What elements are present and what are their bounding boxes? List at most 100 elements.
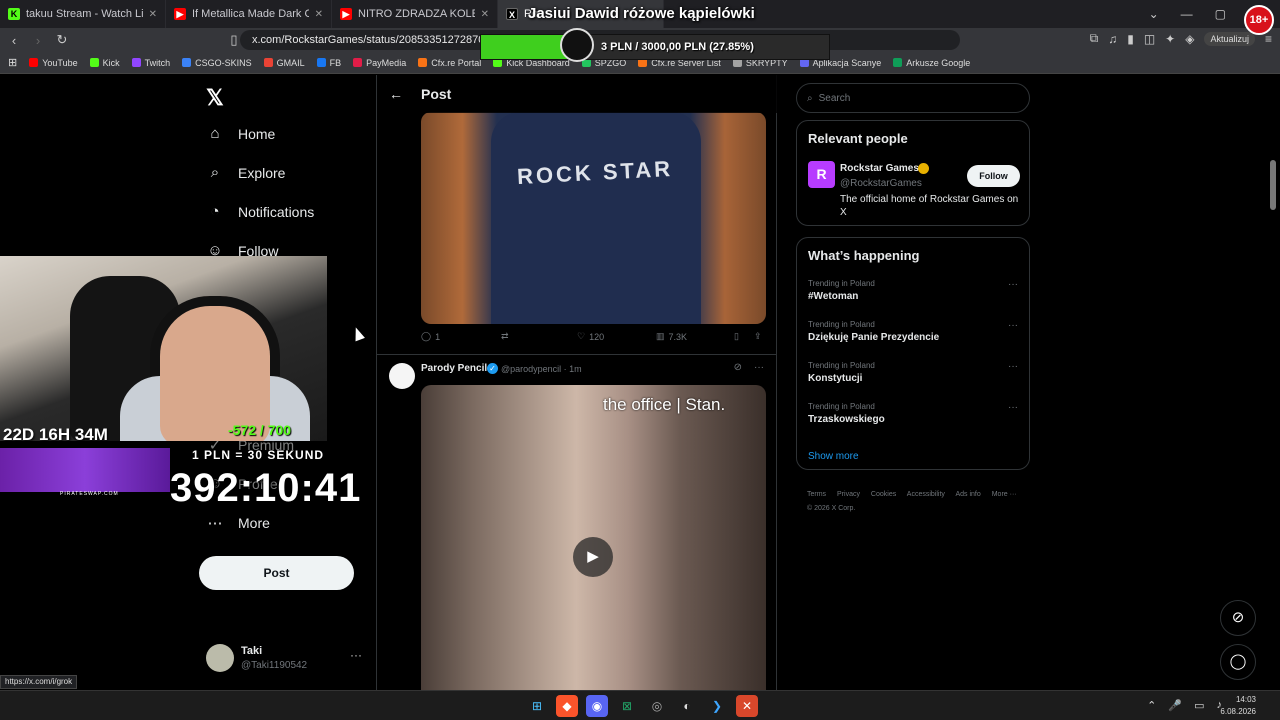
microphone-icon[interactable]: 🎤	[1168, 699, 1182, 712]
sidebar-icon[interactable]: ▮	[1127, 32, 1134, 46]
nav-more[interactable]: ⋯ More	[206, 514, 270, 532]
close-tab-icon[interactable]: ✕	[481, 9, 489, 20]
repost-button[interactable]: ⇄	[501, 331, 509, 342]
vpn-icon[interactable]: ◈	[1185, 32, 1194, 46]
bookmark-button[interactable]: ▯	[734, 331, 739, 342]
xampp-icon[interactable]: ✕	[736, 695, 758, 717]
show-more-link[interactable]: Show more	[808, 451, 859, 462]
bookmark-arkusze-google[interactable]: Arkusze Google	[893, 58, 970, 68]
footer-link-ads-info[interactable]: Ads info	[955, 491, 980, 498]
bell-icon: ◔	[210, 203, 220, 220]
maximize-icon[interactable]: ▢	[1215, 7, 1226, 21]
nav-home[interactable]: ⌂ Home	[206, 125, 275, 143]
more-options-icon[interactable]: ···	[1008, 402, 1018, 413]
post-button[interactable]: Post	[199, 556, 354, 590]
bookmark-kick[interactable]: Kick	[89, 58, 120, 68]
play-icon[interactable]: ▶	[573, 537, 613, 577]
back-icon[interactable]: ‹	[4, 33, 24, 48]
tweet-author-name[interactable]: Parody Pencil	[421, 363, 487, 374]
taskbar-clock[interactable]: 14:03 6.08.2026	[1220, 694, 1256, 718]
forward-icon[interactable]: ›	[28, 33, 48, 48]
tab-kick-stream[interactable]: K takuu Stream - Watch Live on Kic ✕	[0, 0, 166, 28]
close-tab-icon[interactable]: ✕	[149, 9, 157, 20]
footer-link-privacy[interactable]: Privacy	[837, 491, 860, 498]
discord-icon[interactable]: ◉	[586, 695, 608, 717]
wallet-icon[interactable]: ◫	[1144, 32, 1155, 46]
back-arrow-icon[interactable]: ←	[389, 86, 403, 102]
windows-start-icon[interactable]: ⊞	[526, 695, 548, 717]
tab-search-icon[interactable]: ⌄	[1149, 7, 1159, 21]
media-icon[interactable]: ♫	[1108, 32, 1117, 46]
more-icon: ⋯	[207, 515, 223, 532]
trend-item[interactable]: Trending in Poland Dziękuję Panie Prezyd…	[808, 320, 1020, 343]
more-options-icon[interactable]: ···	[350, 648, 362, 662]
link-preview-status: https://x.com/i/grok	[0, 675, 78, 689]
tab-youtube-metallica[interactable]: ▶ If Metallica Made Dark Country (Seek ✕	[166, 0, 332, 28]
x-logo-icon[interactable]: 𝕏	[206, 85, 224, 111]
footer-link-cookies[interactable]: Cookies	[871, 491, 896, 498]
grok-button[interactable]: ⊘	[1220, 600, 1256, 636]
monkey-logo-icon	[560, 28, 594, 62]
follow-button[interactable]: Follow	[967, 165, 1020, 187]
messages-button[interactable]: ◯	[1220, 644, 1256, 680]
trend-item[interactable]: Trending in Poland Trzaskowskiego ···	[808, 402, 1020, 425]
views-button[interactable]: ▥ 7.3K	[656, 331, 687, 342]
reply-button[interactable]: ◯ 1	[421, 331, 440, 342]
nav-explore[interactable]: ⌕ Explore	[206, 164, 286, 182]
more-options-icon[interactable]: ···	[1008, 361, 1018, 372]
reload-icon[interactable]: ↻	[52, 32, 72, 48]
post-thread: ← Post ROCK STAR ◯ 1 ⇄ ♡ 120 ▥ 7.3K ▯ ⇪ Par…	[376, 75, 777, 695]
tab-youtube-nitro[interactable]: ▶ NITRO ZDRADZA KOLEJNE INFORMA ✕	[332, 0, 498, 28]
more-options-icon[interactable]: ···	[1008, 279, 1018, 290]
nav-label: Notifications	[238, 204, 315, 220]
footer-link-accessibility[interactable]: Accessibility	[907, 491, 945, 498]
tweet-video[interactable]: the office | Stan. ▶	[421, 385, 766, 695]
close-tab-icon[interactable]: ✕	[315, 9, 323, 20]
footer-link-more[interactable]: More ···	[992, 491, 1017, 498]
bookmark-youtube[interactable]: YouTube	[29, 58, 78, 68]
profile-name[interactable]: Rockstar Games	[840, 163, 919, 174]
trend-item[interactable]: Trending in Poland #Wetoman ···	[808, 279, 1020, 302]
apps-icon[interactable]: ⊞	[8, 56, 17, 69]
share-button[interactable]: ⇪	[754, 331, 762, 342]
more-options-icon[interactable]: ···	[1008, 320, 1018, 331]
footer-link-terms[interactable]: Terms	[807, 491, 826, 498]
extensions-icon[interactable]: ⧉	[1090, 31, 1099, 46]
tweet-image[interactable]: ROCK STAR	[421, 112, 766, 324]
grok-icon[interactable]: ⊘	[734, 362, 742, 373]
bookmark-twitch[interactable]: Twitch	[131, 58, 170, 68]
bookmark-paymedia[interactable]: PayMedia	[353, 58, 406, 68]
update-button[interactable]: Aktualizuj	[1204, 31, 1255, 46]
bookmark-cfx-portal[interactable]: Cfx.re Portal	[418, 58, 481, 68]
bookmark-gmail[interactable]: GMAIL	[263, 58, 305, 68]
avatar[interactable]	[389, 363, 415, 389]
nav-label: Home	[238, 126, 276, 142]
kick-favicon-icon: K	[8, 8, 20, 20]
tweet-author-handle[interactable]: @parodypencil · 1m	[501, 364, 582, 374]
url-text: x.com/RockstarGames/status/2085335127287…	[252, 34, 503, 46]
more-options-icon[interactable]: ···	[754, 362, 764, 373]
page-scrollbar[interactable]	[1270, 160, 1276, 210]
vscode-icon[interactable]: ❯	[706, 695, 728, 717]
minimize-icon[interactable]: —	[1181, 7, 1193, 21]
leo-icon[interactable]: ✦	[1165, 32, 1175, 46]
footer-links: Terms Privacy Cookies Accessibility Ads …	[807, 488, 1027, 516]
like-button[interactable]: ♡ 120	[577, 331, 604, 342]
app-icon[interactable]: ◎	[646, 695, 668, 717]
rockstar-logo-icon[interactable]: R	[808, 161, 835, 188]
menu-icon[interactable]: ≡	[1265, 32, 1272, 46]
nav-label: Explore	[238, 165, 286, 181]
search-input[interactable]: ⌕ Search	[796, 83, 1030, 113]
nav-notifications[interactable]: ◔ Notifications	[206, 203, 314, 221]
account-switcher[interactable]: Taki @Taki1190542 ···	[206, 642, 366, 676]
bookmark-fb[interactable]: FB	[316, 58, 341, 68]
network-icon[interactable]: ▭	[1194, 699, 1204, 712]
brave-browser-icon[interactable]: ◆	[556, 695, 578, 717]
reply-icon: ◯	[421, 331, 432, 341]
chevron-up-icon[interactable]: ⌃	[1147, 699, 1156, 712]
obs-icon[interactable]: ◐	[676, 695, 698, 717]
bookmark-csgo-skins[interactable]: CSGO-SKINS	[182, 58, 252, 68]
excel-icon[interactable]: ⊠	[616, 695, 638, 717]
trend-item[interactable]: Trending in Poland Konstytucji ···	[808, 361, 1020, 384]
subathon-timer: 392:10:41	[170, 466, 362, 510]
